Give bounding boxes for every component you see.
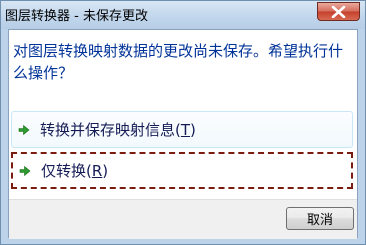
dialog-window: 图层转换器 - 未保存更改 对图层转换映射数据的更改尚未保存。希望执行什么操作？… <box>0 0 366 245</box>
main-instruction: 对图层转换映射数据的更改尚未保存。希望执行什么操作？ <box>13 42 344 82</box>
green-arrow-right-icon <box>18 124 30 135</box>
option-label: 转换并保存映射信息(T) <box>40 121 196 139</box>
convert-only-option[interactable]: 仅转换(R) <box>11 152 353 189</box>
window-title: 图层转换器 - 未保存更改 <box>5 9 148 24</box>
title-bar[interactable]: 图层转换器 - 未保存更改 <box>1 1 365 29</box>
green-arrow-right-icon <box>19 165 31 176</box>
dialog-content: 对图层转换映射数据的更改尚未保存。希望执行什么操作？ 转换并保存映射信息(T) … <box>8 29 358 239</box>
cancel-button[interactable]: 取消 <box>286 207 354 230</box>
close-icon <box>331 6 346 18</box>
dialog-footer: 取消 <box>9 199 357 239</box>
close-button[interactable] <box>317 2 360 21</box>
option-label: 仅转换(R) <box>41 162 109 180</box>
convert-and-save-option[interactable]: 转换并保存映射信息(T) <box>11 111 353 148</box>
